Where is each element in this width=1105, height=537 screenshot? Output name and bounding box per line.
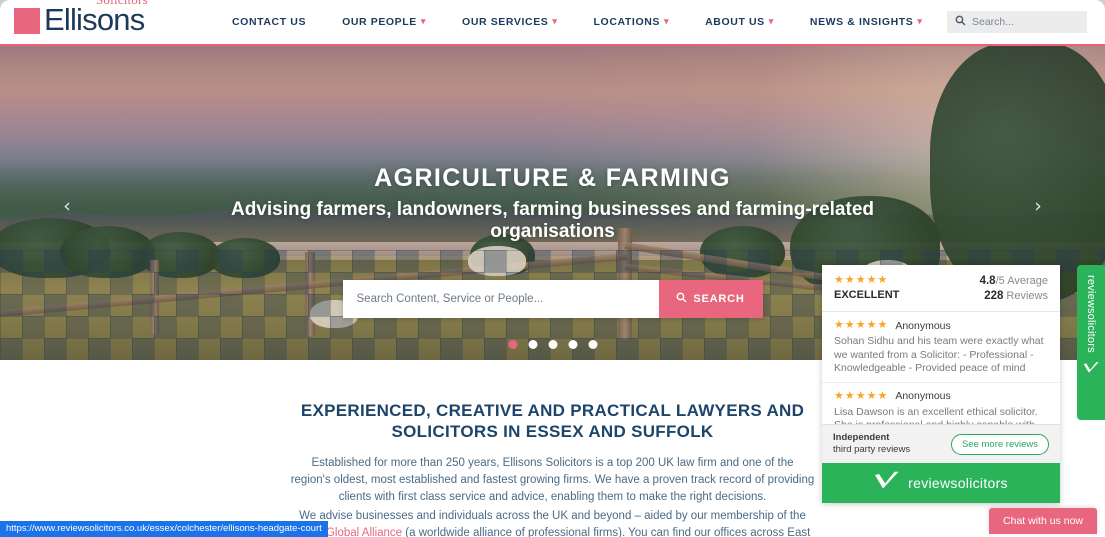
reviewsolicitors-brand-bar[interactable]: reviewsolicitors: [822, 463, 1060, 503]
review-text: Lisa Dawson is an excellent ethical soli…: [834, 405, 1038, 425]
nav-label: CONTACT US: [232, 16, 307, 28]
nav-item-locations[interactable]: LOCATIONS ▾: [594, 16, 670, 28]
independent-reviews-note: Independent third party reviews: [833, 432, 910, 456]
reviews-summary: ★★★★★ EXCELLENT 4.8/5 Average 228 Review…: [822, 265, 1060, 312]
reviews-count-suffix: Reviews: [1003, 290, 1048, 302]
hero-search-input[interactable]: Search Content, Service or People...: [342, 280, 659, 318]
nav-item-our-people[interactable]: OUR PEOPLE ▾: [342, 16, 426, 28]
carousel-next-button[interactable]: ›: [1025, 193, 1051, 219]
carousel-dot-2[interactable]: [528, 340, 537, 349]
review-header: ★★★★★ Anonymous: [834, 390, 1048, 403]
reviews-score-block: 4.8/5 Average 228 Reviews: [980, 274, 1048, 304]
reviews-list[interactable]: ★★★★★ Anonymous Sohan Sidhu and his team…: [822, 312, 1060, 424]
site-header: Solicitors Ellisons CONTACT US OUR PEOPL…: [0, 0, 1105, 46]
nav-label: ABOUT US: [705, 16, 765, 28]
reviews-count: 228 Reviews: [980, 289, 1048, 304]
chevron-down-icon: ▾: [768, 15, 774, 26]
nav-label: OUR PEOPLE: [342, 16, 417, 28]
review-stars: ★★★★★: [834, 319, 889, 331]
logo-brand: Ellisons: [44, 2, 145, 37]
search-icon: [676, 292, 687, 306]
review-stars: ★★★★★: [834, 389, 889, 402]
window-corner-top-left: [0, 0, 10, 10]
page-root: Solicitors Ellisons CONTACT US OUR PEOPL…: [0, 0, 1105, 537]
review-author: Anonymous: [895, 319, 951, 332]
chevron-down-icon: ▾: [420, 15, 427, 26]
carousel-prev-button[interactable]: ‹: [54, 193, 80, 219]
intro-paragraph-1: Established for more than 250 years, Ell…: [290, 457, 815, 503]
reviewsolicitors-check-icon: [874, 471, 900, 496]
reviews-rating-label: EXCELLENT: [834, 289, 900, 301]
logo-tagline: Solicitors: [96, 0, 148, 8]
carousel-dot-3[interactable]: [548, 340, 557, 349]
see-more-reviews-button[interactable]: See more reviews: [950, 433, 1049, 455]
browser-status-bar-url: https://www.reviewsolicitors.co.uk/essex…: [0, 521, 328, 537]
reviewsolicitors-side-tab[interactable]: reviewsolicitors: [1077, 265, 1105, 420]
reviewsolicitors-brand-label: reviewsolicitors: [908, 475, 1008, 491]
reviews-rating-block: ★★★★★ EXCELLENT: [834, 274, 899, 301]
chevron-right-icon: ›: [1034, 195, 1042, 217]
reviews-overall-stars: ★★★★★: [834, 274, 889, 286]
hero-title: AGRICULTURE & FARMING: [374, 164, 731, 192]
reviewsolicitors-widget: ★★★★★ EXCELLENT 4.8/5 Average 228 Review…: [822, 265, 1060, 503]
reviews-count-value: 228: [984, 290, 1004, 302]
hero-search-button-label: SEARCH: [693, 293, 745, 305]
hero-search-placeholder: Search Content, Service or People...: [356, 293, 544, 305]
nav-item-contact-us[interactable]: CONTACT US: [232, 16, 306, 28]
logo-text: Solicitors Ellisons: [44, 0, 148, 37]
header-search-placeholder: Search...: [972, 16, 1015, 28]
intro-paragraph-2-after: (a worldwide alliance of professional fi…: [405, 527, 811, 537]
nav-item-about-us[interactable]: ABOUT US ▾: [705, 16, 774, 28]
intro-paragraph-2: We advise businesses and individuals acr…: [290, 508, 815, 537]
chevron-down-icon: ▾: [917, 15, 923, 26]
chevron-down-icon: ▾: [552, 15, 558, 26]
header-search-input[interactable]: Search...: [947, 11, 1087, 33]
chevron-down-icon: ▾: [664, 15, 670, 26]
carousel-dot-4[interactable]: [568, 340, 577, 349]
reviews-score-value: 4.8: [979, 275, 996, 287]
chat-with-us-button[interactable]: Chat with us now: [989, 508, 1097, 534]
window-corner-top-right: [1095, 0, 1105, 10]
review-author: Anonymous: [895, 390, 951, 402]
nav-item-our-services[interactable]: OUR SERVICES ▾: [462, 16, 558, 28]
third-party-label: third party reviews: [833, 444, 911, 455]
reviews-footer: Independent third party reviews See more…: [822, 424, 1060, 463]
hero-search-row: Search Content, Service or People... SEA…: [342, 280, 763, 318]
reviews-score-suffix: /5 Average: [995, 275, 1048, 287]
review-item: ★★★★★ Anonymous Lisa Dawson is an excell…: [822, 383, 1060, 425]
hero-subtitle: Advising farmers, landowners, farming bu…: [230, 199, 874, 242]
review-header: ★★★★★ Anonymous: [834, 319, 1048, 332]
main-navigation: CONTACT US OUR PEOPLE ▾ OUR SERVICES ▾ L…: [232, 16, 1023, 28]
carousel-dot-1[interactable]: [508, 340, 517, 349]
logo-square-icon: [14, 8, 40, 34]
review-item: ★★★★★ Anonymous Sohan Sidhu and his team…: [822, 312, 1060, 383]
hero-search-button[interactable]: SEARCH: [658, 280, 763, 318]
carousel-dots: [508, 340, 597, 349]
carousel-dot-5[interactable]: [588, 340, 597, 349]
reviewsolicitors-side-tab-label: reviewsolicitors: [1085, 275, 1097, 353]
search-icon: [955, 15, 966, 29]
independent-label: Independent: [833, 432, 890, 443]
review-text: Sohan Sidhu and his team were exactly wh…: [834, 335, 1044, 374]
chevron-left-icon: ‹: [63, 195, 71, 217]
nav-label: OUR SERVICES: [462, 16, 549, 28]
reviewsolicitors-check-icon: [1083, 361, 1100, 380]
site-logo[interactable]: Solicitors Ellisons: [14, 0, 148, 37]
intro-paragraph-2-before: We advise businesses and individuals acr…: [299, 510, 806, 522]
reviews-average-score: 4.8/5 Average: [980, 274, 1048, 289]
page-title: EXPERIENCED, CREATIVE AND PRACTICAL LAWY…: [300, 401, 805, 441]
nav-label: LOCATIONS: [593, 16, 660, 28]
nav-item-news-insights[interactable]: NEWS & INSIGHTS ▾: [810, 16, 923, 28]
nav-label: NEWS & INSIGHTS: [809, 16, 914, 28]
